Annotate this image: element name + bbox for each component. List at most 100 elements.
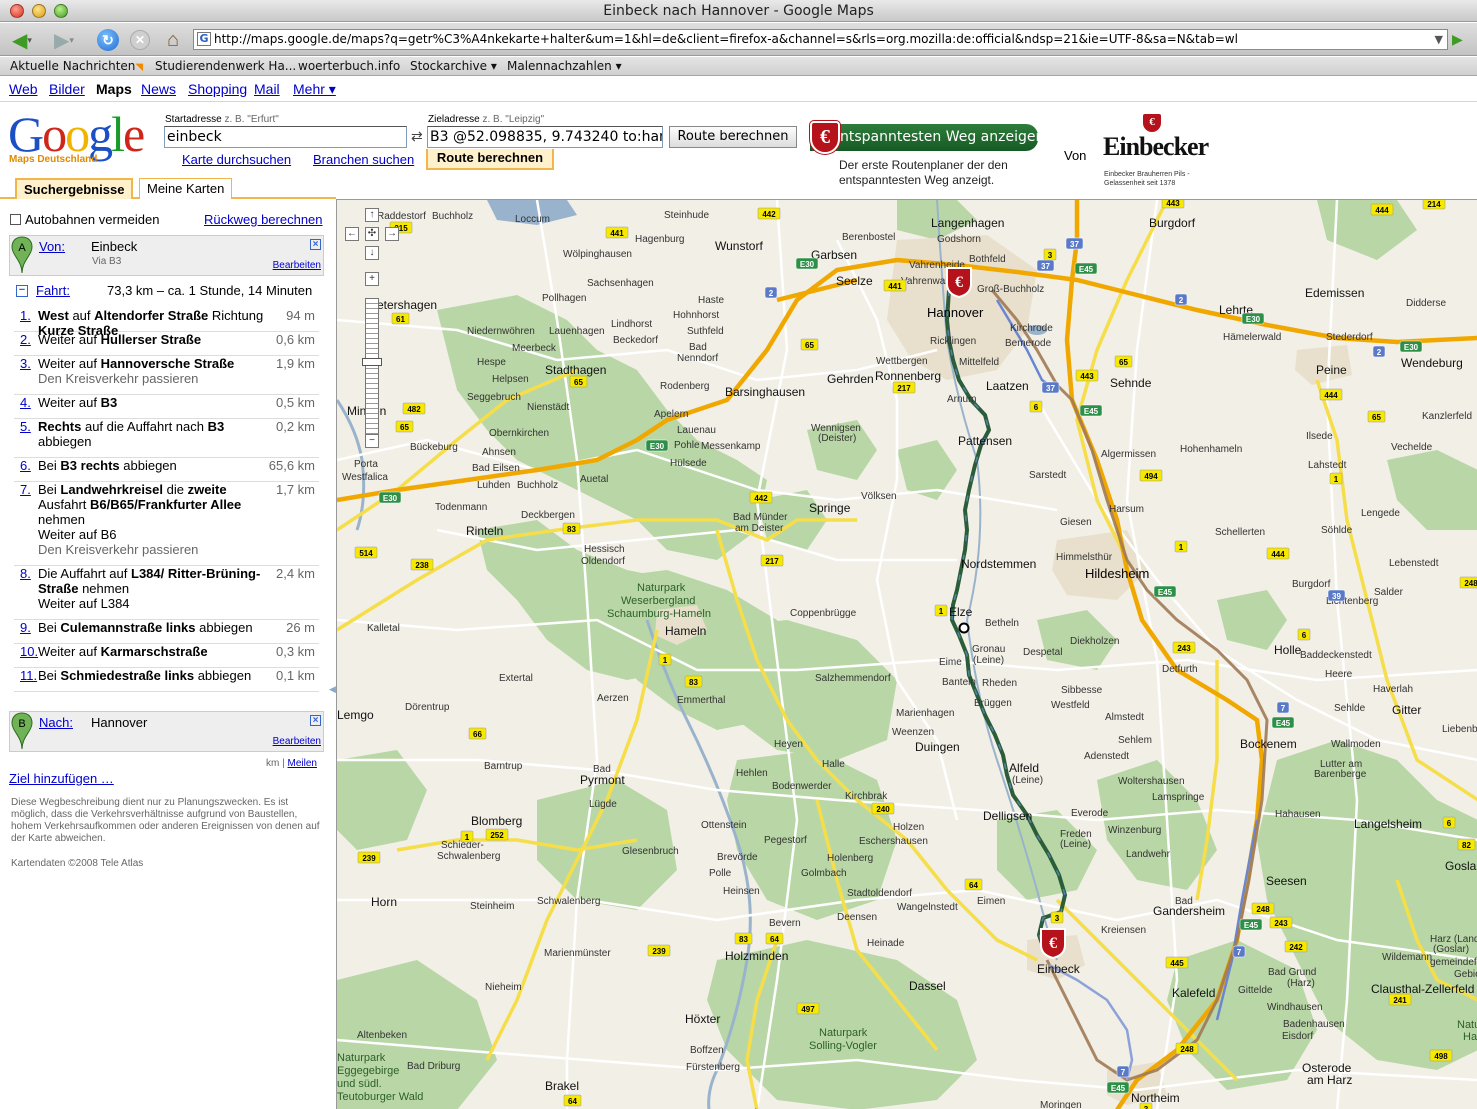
calculate-route-button[interactable]: Route berechnen <box>669 126 797 148</box>
map-place-label: Luhden <box>477 480 510 491</box>
direction-step[interactable]: 6. Bei B3 rechts abbiegen 65,6 km <box>14 458 319 482</box>
step-number-link[interactable]: 9. <box>20 620 31 635</box>
map-place-label: Bad Driburg <box>407 1061 460 1072</box>
avoid-highways-label[interactable]: Autobahnen vermeiden <box>25 212 159 227</box>
step-number-link[interactable]: 7. <box>20 482 31 497</box>
gbar-news-link[interactable]: News <box>141 81 176 97</box>
federal-road-shield-text: 1 <box>939 607 944 616</box>
zoom-slider-handle[interactable] <box>362 358 382 366</box>
direction-step[interactable]: 11. Bei Schmiedestraße links abbiegen 0,1 … <box>14 668 319 692</box>
zoom-in-icon[interactable]: + <box>365 272 379 286</box>
step-number-link[interactable]: 6. <box>20 458 31 473</box>
bookmark-folder[interactable]: Stockarchive ▾ <box>410 59 497 73</box>
map-place-label: Halle <box>822 759 845 770</box>
einbeck-marker-icon[interactable]: € <box>1039 927 1067 959</box>
edit-to-link[interactable]: Bearbeiten <box>273 736 321 747</box>
collapse-sidebar-icon[interactable]: ◀ <box>329 684 336 695</box>
bookmark-folder[interactable]: Malennachzahlen ▾ <box>507 59 622 73</box>
step-number-link[interactable]: 1. <box>20 308 31 323</box>
direction-step[interactable]: 4. Weiter auf B3 0,5 km <box>14 395 319 419</box>
address-bar[interactable]: G http://maps.google.de/maps?q=getr%C3%A… <box>193 29 1448 50</box>
dest-address-input[interactable]: B3 @52.098835, 9.743240 to:hannov <box>427 126 663 148</box>
swap-addresses-icon[interactable]: ⇄ <box>411 128 423 145</box>
direction-step[interactable]: 7. Bei Landwehrkreisel die zweite Ausfahr… <box>14 482 319 566</box>
drive-link[interactable]: Fahrt: <box>36 283 70 298</box>
route-drag-point[interactable] <box>958 622 970 634</box>
zoom-slider-track[interactable] <box>365 298 379 438</box>
map-place-label: Holenberg <box>827 853 873 864</box>
add-destination-link[interactable]: Ziel hinzufügen … <box>9 771 114 786</box>
federal-road-shield: 217 <box>760 554 784 567</box>
reload-button[interactable]: ↻ <box>95 27 121 53</box>
step-number-link[interactable]: 11. <box>20 668 37 683</box>
direction-step[interactable]: 1. West auf Altendorfer Straße Richtung K… <box>14 308 319 338</box>
hannover-marker-icon[interactable]: € <box>945 266 973 298</box>
edit-from-link[interactable]: Bearbeiten <box>273 260 321 271</box>
pan-down-icon[interactable]: ↓ <box>365 246 379 260</box>
tab-search-business[interactable]: Branchen suchen <box>313 152 414 167</box>
step-number-link[interactable]: 3. <box>20 356 31 371</box>
map-place-label: Delligsen <box>983 809 1032 823</box>
step-number-link[interactable]: 2. <box>20 332 31 347</box>
gbar-more-link[interactable]: Mehr ▾ <box>293 81 336 98</box>
pan-right-icon[interactable]: → <box>385 227 399 241</box>
tab-directions[interactable]: Route berechnen <box>426 149 554 170</box>
to-link[interactable]: Nach: <box>39 715 73 730</box>
direction-step[interactable]: 3. Weiter auf Hannoversche Straße Den Krei… <box>14 356 319 395</box>
remove-to-icon[interactable]: × <box>310 715 321 726</box>
ad-relaxed-route-button[interactable]: ntspanntesten Weg anzeigen <box>810 124 1038 151</box>
chevron-down-icon: ▾ <box>490 59 497 73</box>
bookmark-item[interactable]: Aktuelle Nachrichten◥ <box>10 59 143 73</box>
step-number-link[interactable]: 4. <box>20 395 31 410</box>
einbecker-small-crest-icon: € <box>1143 114 1161 132</box>
direction-step[interactable]: 5. Rechts auf die Auffahrt nach B3 abbieg… <box>14 419 319 458</box>
gbar-images-link[interactable]: Bilder <box>49 81 85 97</box>
federal-road-shield-text: 482 <box>407 405 421 414</box>
direction-step[interactable]: 10. Weiter auf Karmarschstraße 0,3 km <box>14 644 319 668</box>
gbar-shopping-link[interactable]: Shopping <box>188 81 247 97</box>
remove-from-icon[interactable]: × <box>310 239 321 250</box>
tab-search-results[interactable]: Suchergebnisse <box>15 178 134 199</box>
gbar-web-link[interactable]: Web <box>9 81 38 97</box>
tab-my-maps[interactable]: Meine Karten <box>139 178 233 199</box>
home-button[interactable]: ⌂ <box>160 27 186 53</box>
map-place-label: Marienmünster <box>544 948 611 959</box>
url-history-dropdown-icon[interactable]: ▼ <box>1435 30 1443 49</box>
einbecker-crest-icon[interactable]: € <box>810 121 840 154</box>
back-button[interactable]: ◀ ▾ <box>4 27 40 53</box>
step-number-link[interactable]: 5. <box>20 419 31 434</box>
collapse-icon[interactable]: − <box>16 285 28 297</box>
map-place-label: Alfeld <box>1009 761 1039 775</box>
gbar-mail-link[interactable]: Mail <box>254 81 280 97</box>
bookmark-label: Malennachzahlen <box>507 59 612 73</box>
step-number-link[interactable]: 8. <box>20 566 31 581</box>
direction-step[interactable]: 9. Bei Culemannstraße links abbiegen 26 m <box>14 620 319 644</box>
einbecker-logo[interactable]: Einbecker <box>1103 132 1209 162</box>
google-logo[interactable]: Google <box>8 108 145 160</box>
bookmark-item[interactable]: woerterbuch.info <box>298 59 400 73</box>
go-button[interactable]: ▶ <box>1452 31 1470 49</box>
bookmark-item[interactable]: Studierendenwerk Ha... <box>155 59 296 73</box>
pan-up-icon[interactable]: ↑ <box>365 208 379 222</box>
start-address-input[interactable]: einbeck <box>164 126 407 148</box>
federal-road-shield-text: 64 <box>969 881 978 890</box>
pan-center-icon[interactable]: ✣ <box>365 227 379 241</box>
step-number-link[interactable]: 10. <box>20 644 38 659</box>
tab-search-map[interactable]: Karte durchsuchen <box>182 152 291 167</box>
zoom-out-icon[interactable]: − <box>365 434 379 448</box>
map-canvas[interactable]: Raddestorf Buchholz Loccum Steinhude Berenbo… <box>336 199 1477 1109</box>
return-route-link[interactable]: Rückweg berechnen <box>204 212 323 227</box>
from-link[interactable]: Von: <box>39 239 65 254</box>
stop-button[interactable]: ✕ <box>128 27 152 53</box>
map-place-label: Gehrden <box>827 372 874 386</box>
pan-left-icon[interactable]: ← <box>345 227 359 241</box>
autobahn-number-shield: 2 <box>1174 293 1188 306</box>
federal-road-shield-text: 248 <box>1464 579 1477 588</box>
direction-step[interactable]: 2. Weiter auf Hullerser Straße 0,6 km <box>14 332 319 356</box>
forward-button[interactable]: ▶ ▾ <box>46 27 82 53</box>
units-miles-link[interactable]: Meilen <box>288 758 317 769</box>
chevron-down-icon[interactable]: ▾ <box>27 35 32 46</box>
avoid-highways-checkbox[interactable] <box>10 214 21 225</box>
direction-step[interactable]: 8. Die Auffahrt auf L384/ Ritter-Brüning-… <box>14 566 319 620</box>
chevron-down-icon[interactable]: ▾ <box>69 35 74 46</box>
